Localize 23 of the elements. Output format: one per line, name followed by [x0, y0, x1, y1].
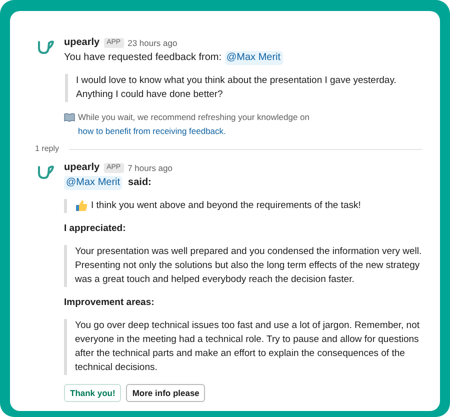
section-heading: I appreciated: [64, 222, 127, 236]
tip-text: While you wait, we recommend refreshing your knowledge on how to benefit from receiving feedback. [78, 111, 311, 138]
user-mention[interactable]: @Max Merit [224, 51, 283, 65]
book-icon [64, 113, 75, 122]
said-label: said: [128, 176, 152, 190]
timestamp[interactable]: 23 hours ago [128, 36, 178, 50]
action-button[interactable]: More info please [126, 384, 206, 402]
user-mention[interactable]: @Max Merit [64, 176, 122, 190]
quote-text: I think you went above and beyond the requirements of the task! [91, 199, 361, 213]
section-heading: Improvement areas: [64, 296, 156, 310]
reply-count[interactable]: 1 reply [35, 143, 60, 155]
action-button[interactable]: Thank you! [64, 384, 122, 402]
quote-text: I would love to know what you think about the presentation I gave yesterday. Anything I could have done better? [76, 74, 398, 102]
intro-text: You have requested feedback from: [64, 51, 222, 65]
quote-text: Your presentation was well prepared and you condensed the information very well. Presenting not only the solutions but also the long term effects of the new strategy was a great touch and helped everybody reach the decision faster. [75, 245, 422, 287]
cup-logo-icon [37, 39, 54, 55]
sender-name[interactable]: upearly [64, 161, 100, 175]
quote-text: You go over deep technical issues too fast and use a lot of jargon. Remember, not everyone in the meeting had a technical role. Try to pause and allow for questions after the technical parts and make an effort to explain the consequences of the technical decisions. [75, 319, 421, 375]
cup-logo-icon [37, 164, 54, 180]
thumbs-up-icon [75, 199, 88, 212]
timestamp[interactable]: 7 hours ago [128, 161, 172, 175]
sender-name[interactable]: upearly [64, 36, 100, 50]
tip-link[interactable]: how to benefit from receiving feedback. [78, 126, 226, 136]
